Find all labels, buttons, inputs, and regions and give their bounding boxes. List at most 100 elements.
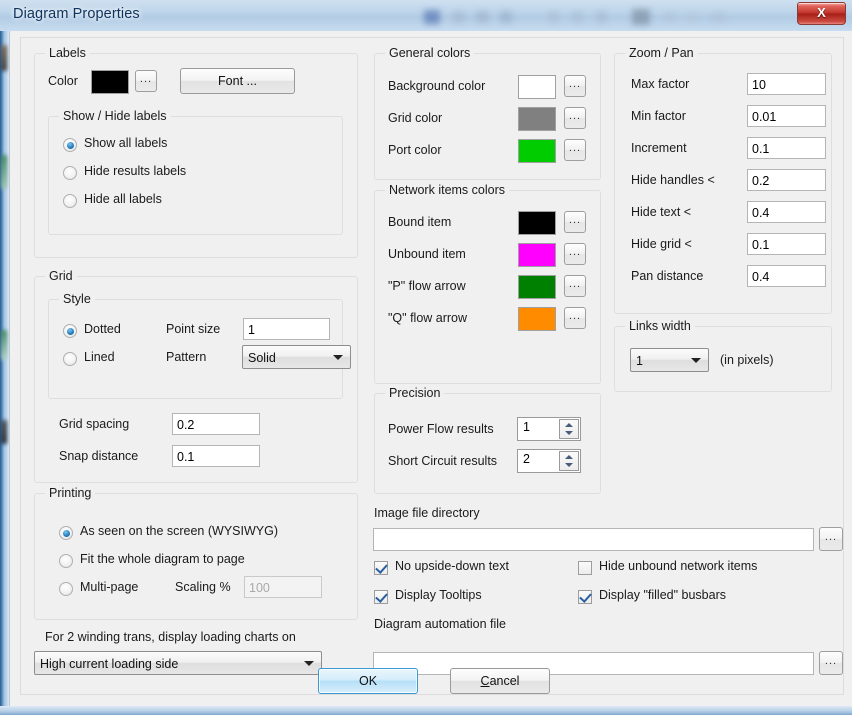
q-flow-arrow-label: "Q" flow arrow — [388, 311, 468, 325]
network-items-colors-group: Network items colors Bound item ... Unbo… — [374, 183, 601, 384]
bound-item-browse-button[interactable]: ... — [564, 211, 586, 233]
short-circuit-results-stepper[interactable]: 2 — [517, 449, 581, 473]
links-width-caption: Links width — [625, 319, 695, 333]
background-color-browse-button[interactable]: ... — [564, 75, 586, 97]
spinner-up-icon[interactable] — [565, 455, 573, 459]
radio-fit-whole-diagram-label: Fit the whole diagram to page — [80, 552, 245, 566]
radio-grid-dotted-label: Dotted — [84, 322, 121, 336]
snap-distance-input[interactable] — [172, 445, 260, 467]
hide-handles-input[interactable] — [747, 169, 826, 191]
radio-grid-lined[interactable] — [63, 352, 77, 366]
background-artifact — [1, 155, 7, 189]
spinner-down-icon[interactable] — [565, 431, 573, 435]
background-color-swatch[interactable] — [518, 75, 556, 99]
show-hide-labels-group: Show / Hide labels Show all labels Hide … — [48, 109, 343, 235]
grid-color-swatch[interactable] — [518, 107, 556, 131]
hide-handles-label: Hide handles < — [631, 173, 715, 187]
power-flow-results-stepper[interactable]: 1 — [517, 417, 581, 441]
unbound-item-browse-button[interactable]: ... — [564, 243, 586, 265]
font-button[interactable]: Font ... — [180, 68, 295, 94]
min-factor-input[interactable] — [747, 105, 826, 127]
zoom-pan-group: Zoom / Pan Max factor Min factor Increme… — [614, 46, 832, 314]
unbound-item-swatch[interactable] — [518, 243, 556, 267]
checkbox-hide-unbound-network-items[interactable] — [578, 561, 592, 575]
label-color-browse-button[interactable]: ... — [135, 70, 157, 92]
show-hide-labels-caption: Show / Hide labels — [59, 109, 171, 123]
spinner-down-icon[interactable] — [565, 463, 573, 467]
grid-color-browse-button[interactable]: ... — [564, 107, 586, 129]
links-width-select[interactable]: 1 — [630, 348, 709, 372]
checkbox-display-tooltips[interactable] — [374, 590, 388, 604]
power-flow-results-label: Power Flow results — [388, 422, 494, 436]
precision-group: Precision Power Flow results 1 Short Cir… — [374, 386, 601, 494]
bound-item-label: Bound item — [388, 215, 452, 229]
ok-button[interactable]: OK — [318, 668, 418, 694]
point-size-label: Point size — [166, 322, 221, 336]
background-artifact — [1, 420, 7, 444]
general-colors-group: General colors Background color ... Grid… — [374, 46, 601, 180]
checkbox-no-upside-down-text-label: No upside-down text — [395, 559, 509, 573]
increment-input[interactable] — [747, 137, 826, 159]
radio-fit-whole-diagram[interactable] — [59, 554, 73, 568]
q-flow-arrow-browse-button[interactable]: ... — [564, 307, 586, 329]
grid-style-group: Style Dotted Lined Point size Pattern So… — [48, 292, 351, 399]
max-factor-input[interactable] — [747, 73, 826, 95]
grid-group: Grid Style Dotted Lined Point size Patte… — [34, 269, 358, 483]
pattern-select[interactable]: Solid — [242, 345, 351, 369]
chevron-down-icon — [333, 355, 343, 360]
radio-hide-all-labels[interactable] — [63, 194, 77, 208]
bound-item-swatch[interactable] — [518, 211, 556, 235]
point-size-input[interactable] — [243, 318, 330, 340]
checkbox-hide-unbound-network-items-label: Hide unbound network items — [599, 559, 758, 573]
window-bottom-edge — [0, 706, 852, 715]
scaling-percent-input[interactable] — [244, 576, 322, 598]
label-color-swatch[interactable] — [91, 70, 129, 94]
links-width-select-value: 1 — [636, 354, 643, 368]
snap-distance-label: Snap distance — [59, 449, 139, 463]
port-color-swatch[interactable] — [518, 139, 556, 163]
image-file-directory-browse-button[interactable]: ... — [819, 527, 843, 551]
title-bar[interactable]: Diagram Properties X — [0, 0, 852, 31]
pan-distance-input[interactable] — [747, 265, 826, 287]
checkbox-display-tooltips-label: Display Tooltips — [395, 588, 482, 602]
spinner-up-icon[interactable] — [565, 423, 573, 427]
diagram-automation-file-input[interactable] — [373, 652, 814, 675]
min-factor-label: Min factor — [631, 109, 686, 123]
image-file-directory-input[interactable] — [373, 528, 814, 551]
close-icon[interactable]: X — [797, 2, 846, 25]
pan-distance-label: Pan distance — [631, 269, 704, 283]
radio-wysiwyg[interactable] — [59, 526, 73, 540]
radio-multi-page[interactable] — [59, 582, 73, 596]
cancel-button-label-rest: ancel — [489, 674, 520, 688]
grid-spacing-input[interactable] — [172, 413, 260, 435]
image-file-directory-label: Image file directory — [374, 506, 480, 520]
diagram-automation-file-browse-button[interactable]: ... — [819, 651, 843, 675]
radio-grid-dotted[interactable] — [63, 324, 77, 338]
radio-hide-results-labels-label: Hide results labels — [84, 164, 187, 178]
grid-color-label: Grid color — [388, 111, 443, 125]
p-flow-arrow-browse-button[interactable]: ... — [564, 275, 586, 297]
radio-hide-all-labels-label: Hide all labels — [84, 192, 162, 206]
hide-text-label: Hide text < — [631, 205, 692, 219]
grid-group-caption: Grid — [45, 269, 77, 283]
pattern-label: Pattern — [166, 350, 207, 364]
window-left-edge — [0, 0, 9, 715]
loading-charts-label: For 2 winding trans, display loading cha… — [45, 630, 296, 644]
power-flow-results-spin-buttons[interactable] — [559, 419, 579, 439]
port-color-browse-button[interactable]: ... — [564, 139, 586, 161]
hide-grid-input[interactable] — [747, 233, 826, 255]
hide-text-input[interactable] — [747, 201, 826, 223]
dialog-body: Labels Color ... Font ... Show / Hide la… — [9, 31, 852, 715]
loading-charts-select[interactable]: High current loading side — [34, 651, 322, 675]
short-circuit-results-spin-buttons[interactable] — [559, 451, 579, 471]
hide-grid-label: Hide grid < — [631, 237, 692, 251]
grid-style-caption: Style — [59, 292, 95, 306]
cancel-button[interactable]: Cancel — [450, 668, 550, 694]
p-flow-arrow-swatch[interactable] — [518, 275, 556, 299]
radio-hide-results-labels[interactable] — [63, 166, 77, 180]
precision-caption: Precision — [385, 386, 445, 400]
checkbox-no-upside-down-text[interactable] — [374, 561, 388, 575]
radio-show-all-labels[interactable] — [63, 138, 77, 152]
checkbox-display-filled-busbars[interactable] — [578, 590, 592, 604]
q-flow-arrow-swatch[interactable] — [518, 307, 556, 331]
